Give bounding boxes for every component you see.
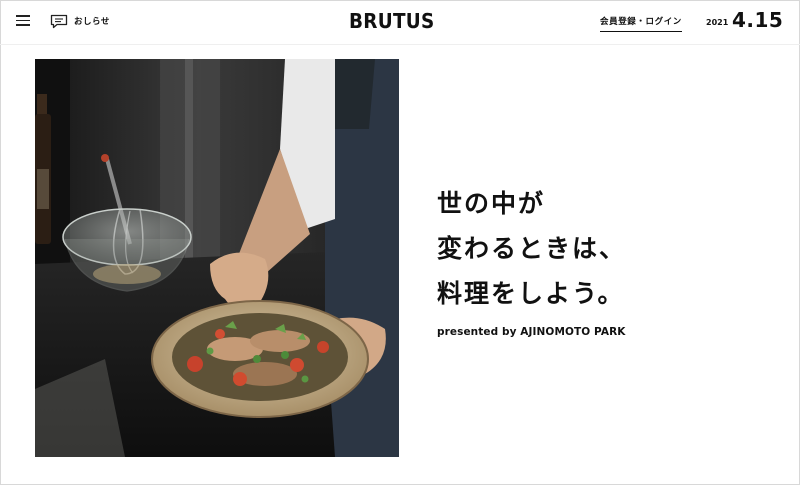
speech-bubble-icon [50, 14, 68, 28]
hamburger-menu-icon[interactable] [16, 14, 30, 26]
headline: 世の中が 変わるときは、 料理をしよう。 [437, 181, 626, 316]
headline-line: 料理をしよう。 [437, 279, 625, 308]
presented-by-credit: presented by AJINOMOTO PARK [437, 326, 626, 338]
signup-login-link[interactable]: 会員登録・ログイン [600, 15, 682, 32]
site-header: おしらせ BRUTUS 会員登録・ログイン 2021 4.15 [0, 0, 800, 45]
notice-label: おしらせ [74, 17, 110, 27]
headline-line: 世の中が [437, 189, 546, 218]
issue-year: 2021 [706, 18, 729, 27]
issue-date: 4.15 [732, 8, 784, 32]
notice-link[interactable]: おしらせ [50, 12, 110, 30]
headline-line: 変わるときは、 [437, 234, 627, 263]
brutus-logo[interactable]: BRUTUS [349, 9, 435, 33]
hero-photo [35, 59, 399, 457]
